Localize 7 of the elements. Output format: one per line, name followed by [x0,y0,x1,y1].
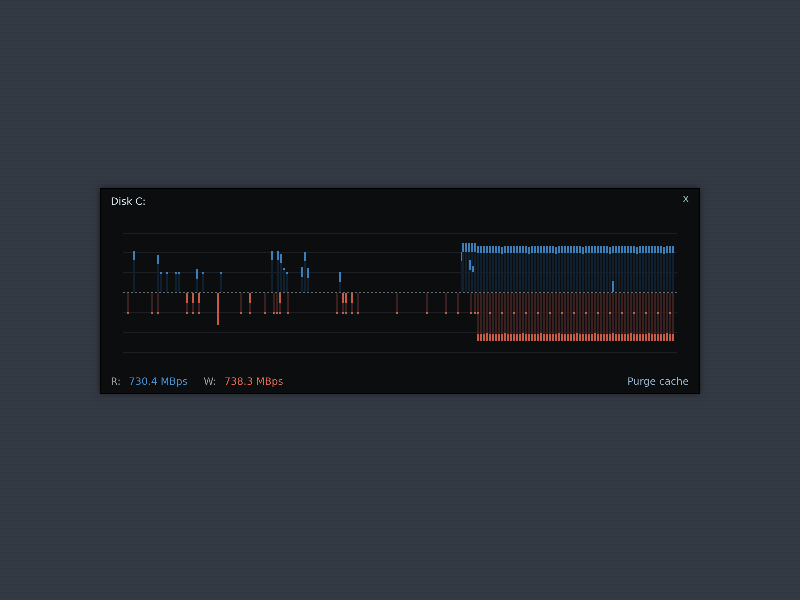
purge-cache-link[interactable]: Purge cache [628,377,689,388]
window-title: Disk C: [111,196,146,210]
stat-value: 738.3 MBps [224,376,284,390]
close-button[interactable]: x [683,195,689,205]
stat-label: W: [204,376,217,390]
stat-label: R: [111,376,122,390]
stat-value: 730.4 MBps [129,376,188,390]
